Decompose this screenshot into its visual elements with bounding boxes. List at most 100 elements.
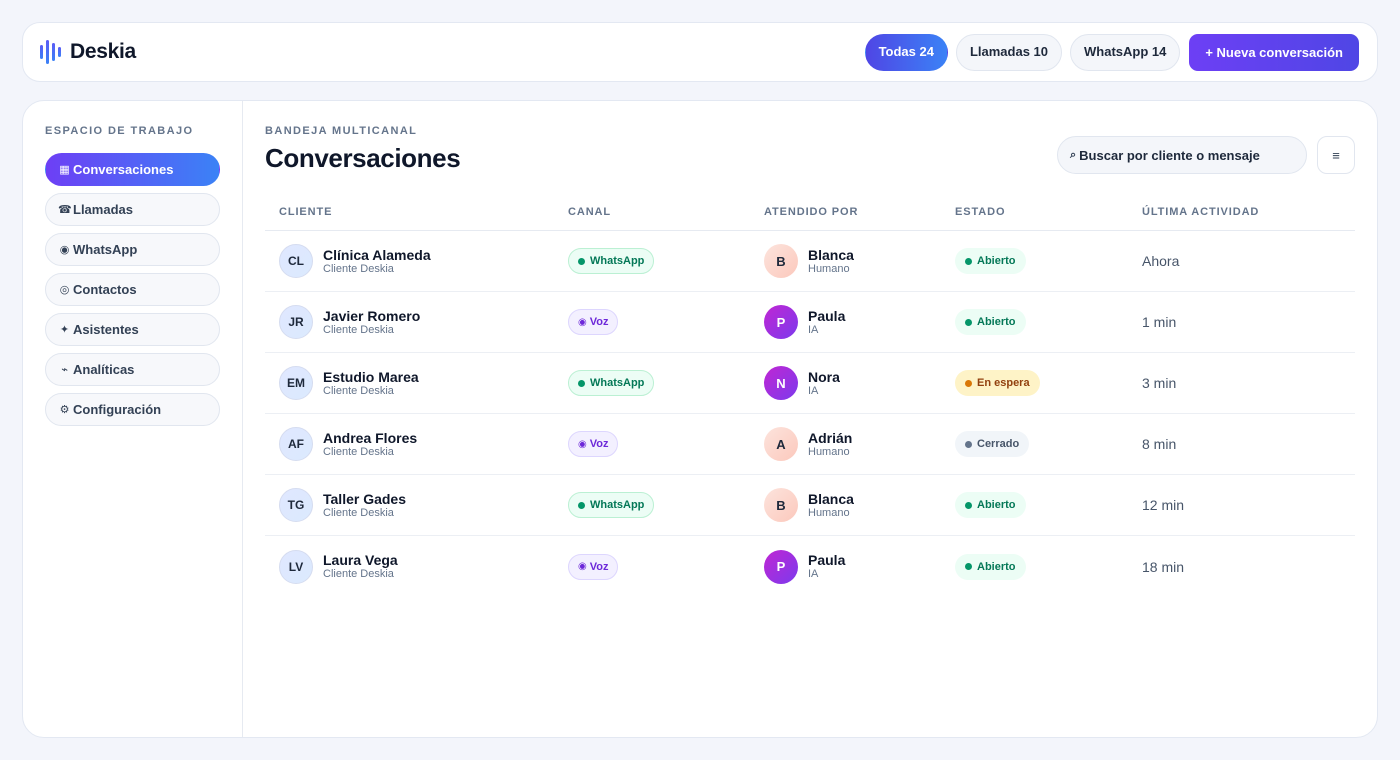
channel-label: Voz — [589, 438, 609, 450]
status-cell: Abierto — [955, 292, 1026, 352]
conversations-table: CLIENTE CANAL ATENDIDO POR ESTADO ÚLTIMA… — [265, 199, 1355, 597]
page-eyebrow: BANDEJA MULTICANAL — [265, 125, 418, 137]
table-row[interactable]: TG Taller Gades Cliente Deskia WhatsApp B Bla… — [265, 475, 1355, 536]
agent-name: Nora — [808, 368, 840, 385]
client-cell: TG Taller Gades Cliente Deskia — [279, 475, 406, 535]
sidebar-item-label: Llamadas — [73, 202, 133, 217]
status-cell: Abierto — [955, 231, 1026, 291]
client-avatar: JR — [279, 305, 313, 339]
status-dot — [965, 379, 972, 387]
client-cell: EM Estudio Marea Cliente Deskia — [279, 353, 419, 413]
voice-icon: ◉ — [578, 561, 587, 572]
whatsapp-icon: ◉ — [59, 244, 70, 256]
column-header-channel: CANAL — [568, 206, 611, 218]
channel-badge: WhatsApp — [568, 370, 655, 396]
status-label: Abierto — [977, 255, 1016, 267]
agent-role: IA — [808, 568, 819, 580]
sidebar-item-label: Configuración — [73, 402, 162, 417]
table-row[interactable]: EM Estudio Marea Cliente Deskia WhatsApp N No… — [265, 353, 1355, 414]
agent-cell: P Paula IA — [764, 536, 845, 597]
agent-cell: N Nora IA — [764, 353, 840, 413]
page-title: Conversaciones — [265, 143, 461, 173]
top-bar: Deskia Todas 24 Llamadas 10 WhatsApp 14 … — [22, 22, 1378, 82]
activity-cell: 1 min — [1142, 292, 1176, 352]
filter-todas[interactable]: Todas 24 — [864, 33, 948, 71]
channel-label: Voz — [589, 316, 609, 328]
sidebar-section-title: ESPACIO DE TRABAJO — [45, 125, 194, 137]
table-row[interactable]: AF Andrea Flores Cliente Deskia ◉ Voz A Adrián… — [265, 414, 1355, 475]
table-row[interactable]: JR Javier Romero Cliente Deskia ◉ Voz P Paula I… — [265, 292, 1355, 353]
status-badge: Abierto — [955, 248, 1026, 274]
logo-icon — [40, 39, 61, 65]
sidebar-item-analiticas[interactable]: ⌁ Analíticas — [45, 353, 220, 386]
status-label: Abierto — [977, 316, 1016, 328]
client-subtitle: Cliente Deskia — [323, 506, 394, 519]
sidebar-item-configuracion[interactable]: ⚙ Configuración — [45, 393, 220, 426]
status-dot — [965, 563, 972, 570]
column-header-status: ESTADO — [955, 206, 1006, 218]
table-row[interactable]: LV Laura Vega Cliente Deskia ◉ Voz P Paula IA Ab… — [265, 536, 1355, 597]
sidebar-item-conversaciones[interactable]: ▦ Conversaciones — [45, 153, 220, 186]
sidebar-item-contactos[interactable]: ◎ Contactos — [45, 273, 220, 306]
sidebar-item-asistentes[interactable]: ✦ Asistentes — [45, 313, 220, 346]
app-name: Deskia — [70, 40, 136, 63]
status-badge: En espera — [955, 370, 1040, 396]
channel-label: Voz — [589, 560, 609, 573]
status-dot — [965, 318, 972, 326]
channel-badge: WhatsApp — [568, 248, 655, 274]
agent-cell: B Blanca Humano — [764, 475, 854, 535]
filter-whatsapp[interactable]: WhatsApp 14 — [1070, 33, 1181, 71]
sidebar-item-whatsapp[interactable]: ◉ WhatsApp — [45, 233, 220, 266]
grid-icon: ▦ — [59, 164, 70, 176]
status-cell: Cerrado — [955, 414, 1030, 474]
sidebar-item-label: WhatsApp — [73, 242, 138, 257]
channel-badge: WhatsApp — [568, 492, 655, 518]
client-name: Taller Gades — [323, 490, 407, 507]
client-avatar: TG — [279, 488, 313, 522]
client-avatar: AF — [279, 427, 313, 461]
activity-cell: 8 min — [1142, 414, 1176, 474]
filter-button[interactable]: ≡ — [1317, 136, 1355, 174]
client-subtitle: Cliente Deskia — [323, 323, 394, 336]
sparkle-icon: ✦ — [59, 324, 70, 336]
voice-icon: ◉ — [578, 438, 587, 450]
client-subtitle: Cliente Deskia — [323, 384, 394, 397]
top-actions: Todas 24 Llamadas 10 WhatsApp 14 + Nueva… — [864, 33, 1359, 71]
status-badge: Abierto — [955, 492, 1026, 518]
agent-role: Humano — [808, 262, 850, 275]
status-dot — [965, 257, 972, 265]
sidebar-list: ▦ Conversaciones ☎ Llamadas ◉ WhatsApp ◎ Contac… — [45, 153, 242, 426]
filter-llamadas[interactable]: Llamadas 10 — [955, 33, 1062, 71]
channel-badge: ◉ Voz — [568, 431, 619, 457]
sidebar-item-label: Conversaciones — [73, 162, 174, 177]
sidebar: ESPACIO DE TRABAJO ▦ Conversaciones ☎ Llama… — [23, 101, 243, 737]
agent-role: IA — [808, 323, 819, 336]
table-row[interactable]: CL Clínica Alameda Cliente Deskia WhatsApp B… — [265, 231, 1355, 292]
agent-avatar: P — [764, 305, 798, 339]
channel-cell: WhatsApp — [568, 353, 655, 413]
search-input[interactable]: ⌕ Buscar por cliente o mensaje — [1057, 136, 1307, 174]
agent-avatar: P — [764, 549, 798, 584]
sidebar-item-llamadas[interactable]: ☎ Llamadas — [45, 193, 220, 226]
client-subtitle: Cliente Deskia — [323, 445, 394, 458]
agent-cell: B Blanca Humano — [764, 231, 854, 291]
last-activity: 12 min — [1142, 497, 1185, 513]
status-dot — [965, 501, 972, 509]
client-name: Clínica Alameda — [323, 246, 431, 263]
channel-cell: ◉ Voz — [568, 536, 619, 597]
last-activity: 18 min — [1142, 558, 1185, 575]
last-activity: Ahora — [1142, 253, 1180, 269]
gear-icon: ⚙ — [59, 404, 70, 416]
status-badge: Abierto — [955, 553, 1026, 580]
status-dot — [965, 440, 972, 448]
channel-label: WhatsApp — [590, 499, 645, 511]
content: BANDEJA MULTICANAL Conversaciones ⌕ Busc… — [265, 101, 1377, 737]
new-conversation-button[interactable]: + Nueva conversación — [1189, 33, 1359, 71]
activity-cell: Ahora — [1142, 231, 1179, 291]
brand[interactable]: Deskia — [40, 39, 136, 65]
channel-label: WhatsApp — [590, 255, 645, 267]
status-label: Abierto — [977, 499, 1016, 511]
agent-role: Humano — [808, 445, 850, 458]
table-header: CLIENTE CANAL ATENDIDO POR ESTADO ÚLTIMA… — [265, 199, 1355, 231]
client-avatar: EM — [279, 366, 313, 400]
